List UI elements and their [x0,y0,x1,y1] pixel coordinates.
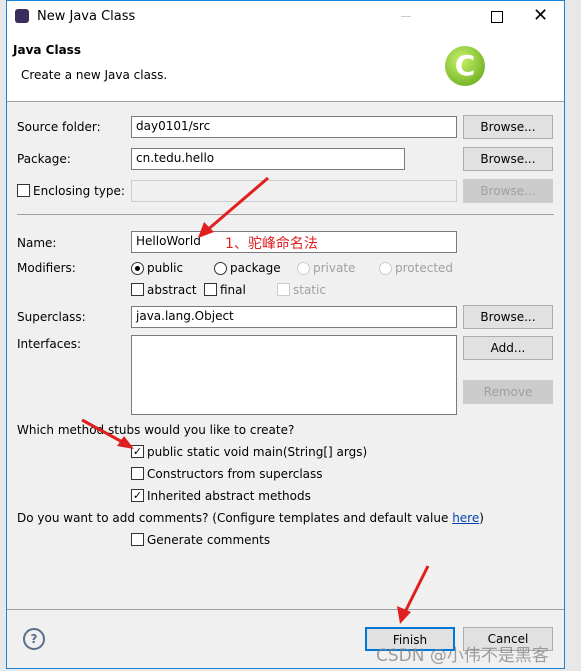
arrow-to-finish [397,565,430,624]
watermark: CSDN @小伟不是黑客 [376,646,549,666]
arrow-to-main [81,418,134,449]
annotation-arrows [81,176,430,624]
arrow-to-name [198,176,269,238]
